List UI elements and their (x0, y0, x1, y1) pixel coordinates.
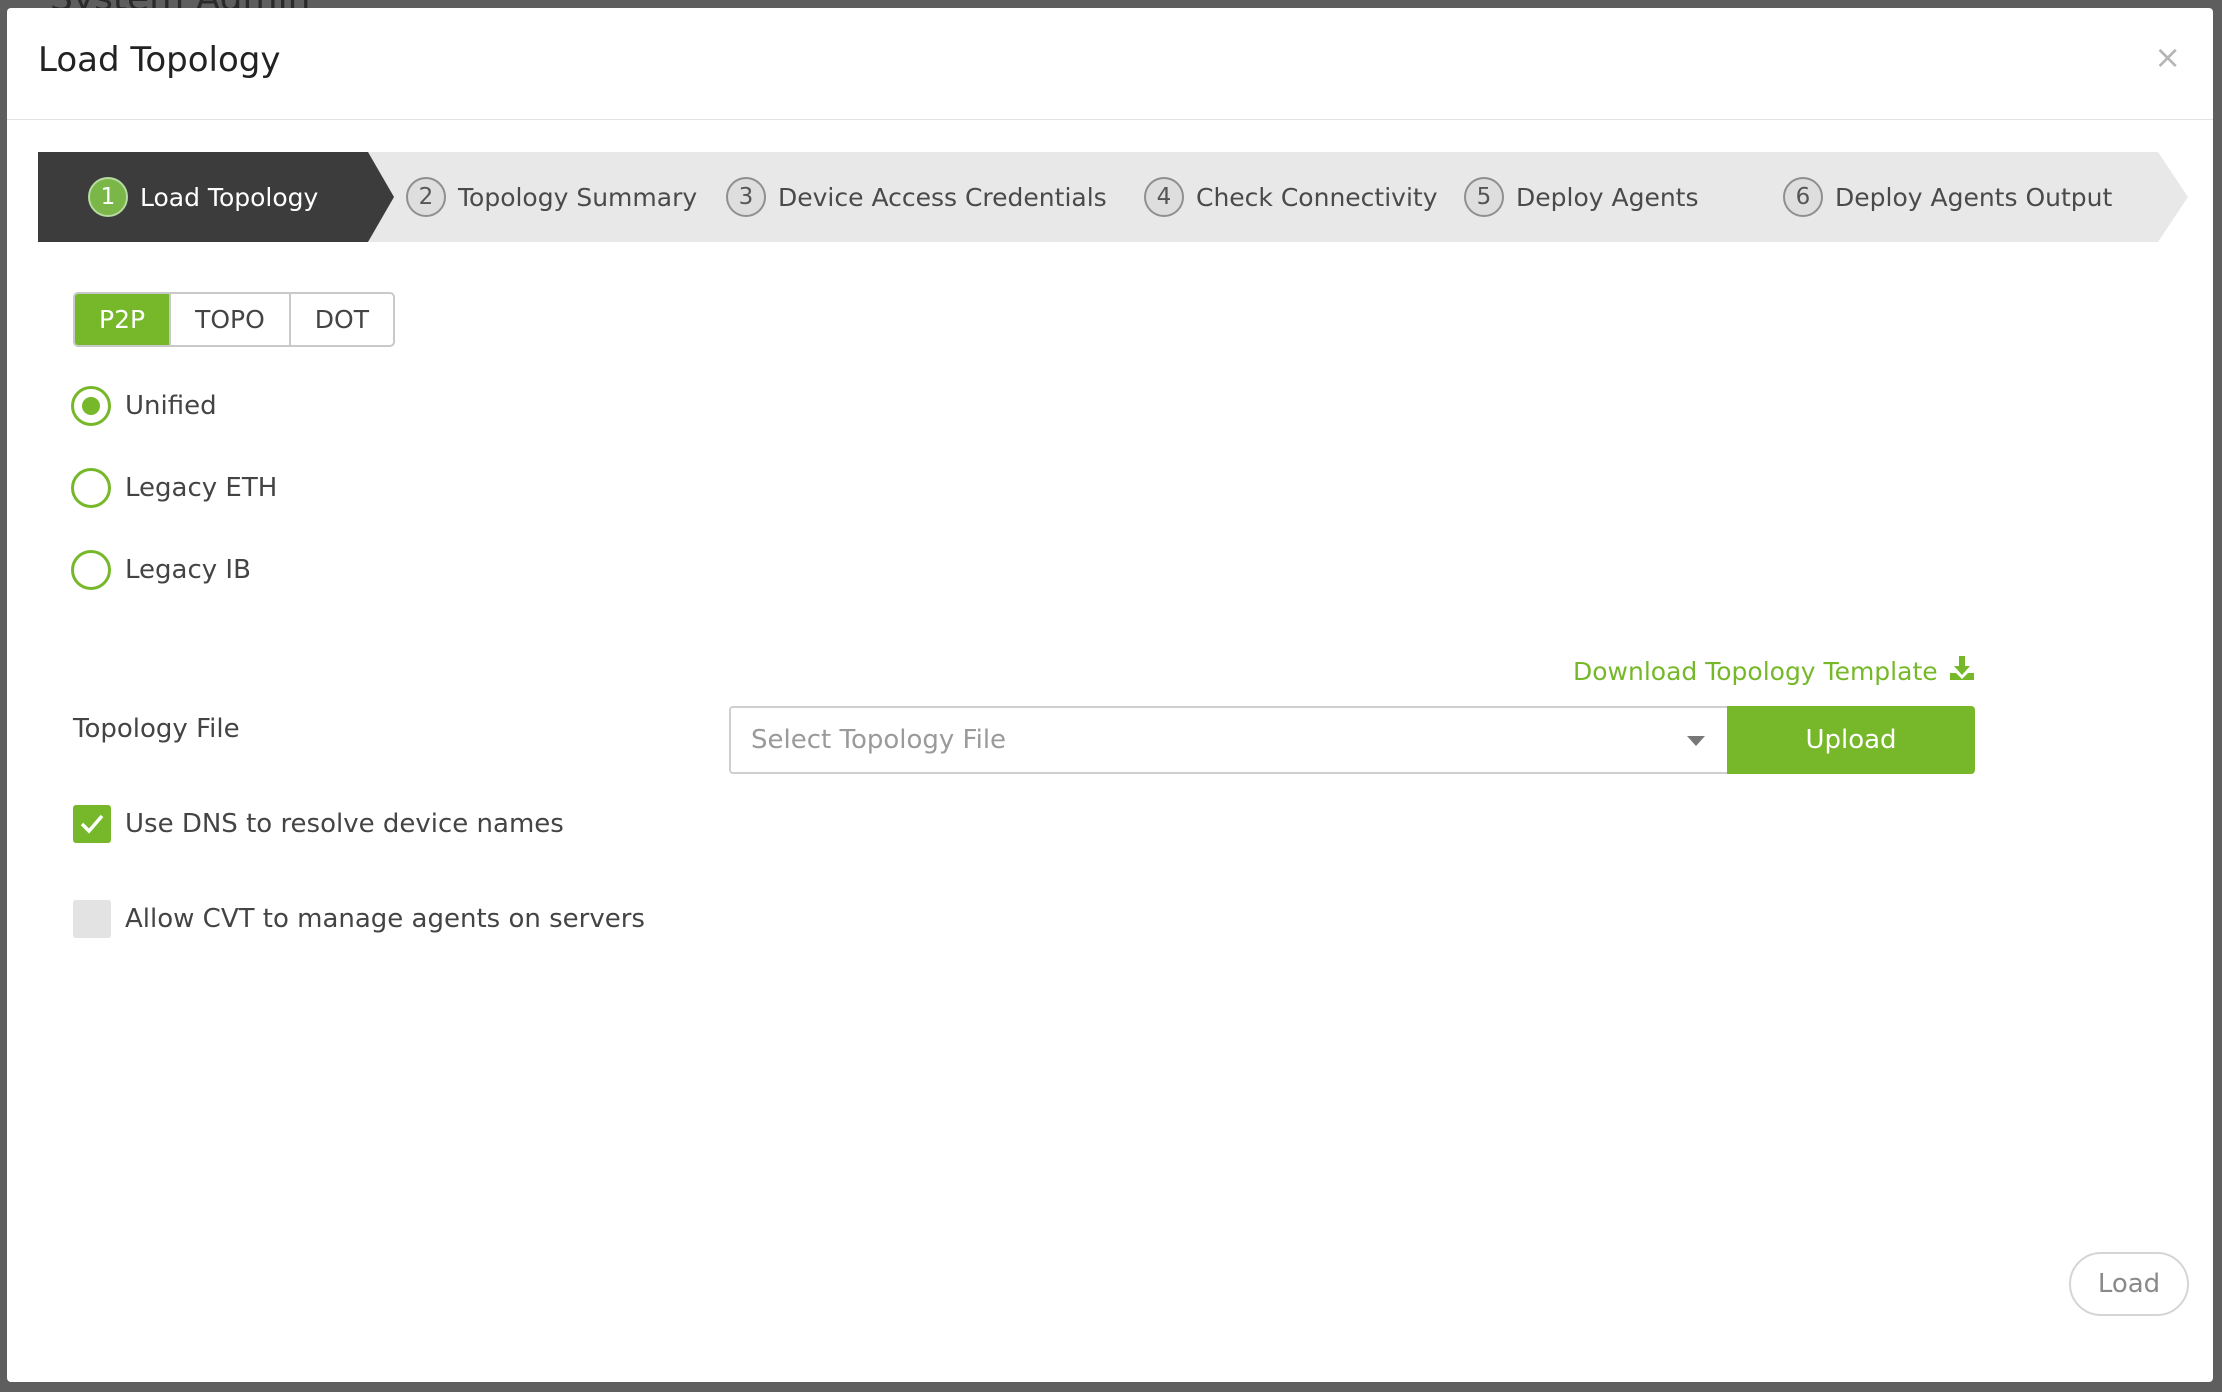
step-label: Check Connectivity (1196, 182, 1438, 212)
close-icon[interactable]: × (2154, 38, 2181, 76)
step-label: Deploy Agents Output (1835, 182, 2113, 212)
topology-file-placeholder: Select Topology File (751, 725, 1007, 755)
step-number: 1 (88, 177, 128, 217)
radio-option-legacy-eth[interactable]: Legacy ETH (71, 468, 277, 508)
load-button[interactable]: Load (2069, 1252, 2189, 1316)
download-template-link[interactable]: Download Topology Template (1573, 654, 1976, 688)
step-label: Load Topology (140, 182, 319, 212)
topology-file-select[interactable]: Select Topology File (729, 706, 1727, 774)
radio-button[interactable] (71, 468, 111, 508)
wizard-step-topology-summary[interactable]: 2 Topology Summary (406, 152, 697, 242)
wizard-step-deploy-agents[interactable]: 5 Deploy Agents (1464, 152, 1699, 242)
step-number: 6 (1783, 177, 1823, 217)
step-number: 4 (1144, 177, 1184, 217)
step-number: 2 (406, 177, 446, 217)
checkbox-label: Use DNS to resolve device names (125, 809, 564, 839)
load-topology-modal: Load Topology × 1 Load Topology 2 Topolo… (7, 8, 2213, 1382)
step-number: 5 (1464, 177, 1504, 217)
upload-button[interactable]: Upload (1727, 706, 1975, 774)
step-label: Topology Summary (458, 182, 698, 212)
radio-button-checked[interactable] (71, 386, 111, 426)
wizard-step-deploy-agents-output[interactable]: 6 Deploy Agents Output (1783, 152, 2112, 242)
step-number: 3 (726, 177, 766, 217)
step-label: Deploy Agents (1516, 182, 1699, 212)
step-label: Device Access Credentials (778, 182, 1107, 212)
modal-header: Load Topology × (7, 8, 2213, 120)
checkmark-icon (80, 814, 104, 834)
download-icon (1948, 654, 1976, 688)
checkbox-checked[interactable] (73, 805, 111, 843)
radio-label: Legacy IB (125, 555, 251, 585)
checkbox-use-dns[interactable]: Use DNS to resolve device names (73, 805, 564, 843)
wizard-steps: 1 Load Topology 2 Topology Summary 3 Dev… (38, 152, 2188, 242)
download-template-label: Download Topology Template (1573, 656, 1938, 686)
radio-option-unified[interactable]: Unified (71, 386, 217, 426)
topology-file-label: Topology File (73, 714, 240, 744)
wizard-step-load-topology[interactable]: 1 Load Topology (88, 152, 318, 242)
radio-option-legacy-ib[interactable]: Legacy IB (71, 550, 251, 590)
chevron-down-icon (1687, 736, 1705, 746)
radio-button[interactable] (71, 550, 111, 590)
format-tab-p2p[interactable]: P2P (75, 294, 172, 345)
checkbox-label: Allow CVT to manage agents on servers (125, 904, 645, 934)
wizard-step-device-access-credentials[interactable]: 3 Device Access Credentials (726, 152, 1107, 242)
wizard-step-check-connectivity[interactable]: 4 Check Connectivity (1144, 152, 1438, 242)
checkbox-allow-cvt[interactable]: Allow CVT to manage agents on servers (73, 900, 645, 938)
radio-label: Legacy ETH (125, 473, 278, 503)
format-tab-topo[interactable]: TOPO (171, 294, 291, 345)
format-tab-dot[interactable]: DOT (291, 294, 393, 345)
radio-label: Unified (125, 391, 217, 421)
modal-title: Load Topology (38, 40, 281, 80)
format-toggle: P2P TOPO DOT (73, 292, 395, 347)
checkbox-unchecked[interactable] (73, 900, 111, 938)
